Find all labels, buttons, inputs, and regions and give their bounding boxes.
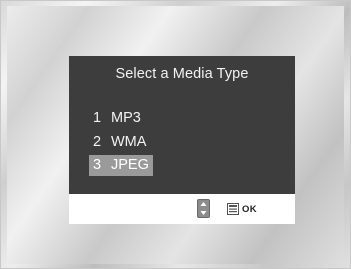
ok-label: OK xyxy=(242,203,257,215)
menu-item-label: MP3 xyxy=(111,110,141,126)
ok-hint[interactable]: OK xyxy=(227,202,257,216)
menu-item-mp3[interactable]: 1 MP3 xyxy=(89,108,145,129)
dialog-panel: Select a Media Type 1 MP3 2 WMA 3 JPEG xyxy=(69,56,295,194)
menu-item-jpeg[interactable]: 3 JPEG xyxy=(89,155,153,176)
media-type-dialog: Select a Media Type 1 MP3 2 WMA 3 JPEG O… xyxy=(69,56,295,224)
menu-item-label: WMA xyxy=(111,134,147,150)
up-down-arrows-icon[interactable] xyxy=(197,199,210,218)
menu-item-number: 3 xyxy=(93,157,102,173)
menu-item-number: 2 xyxy=(93,134,102,150)
menu-item-number: 1 xyxy=(93,110,102,126)
dialog-footer: OK xyxy=(69,194,295,224)
silver-frame: Select a Media Type 1 MP3 2 WMA 3 JPEG O… xyxy=(0,0,351,269)
menu-item-wma[interactable]: 2 WMA xyxy=(89,132,150,153)
dialog-title: Select a Media Type xyxy=(115,66,249,82)
menu-item-label: JPEG xyxy=(111,157,149,173)
enter-key-icon xyxy=(227,203,239,215)
